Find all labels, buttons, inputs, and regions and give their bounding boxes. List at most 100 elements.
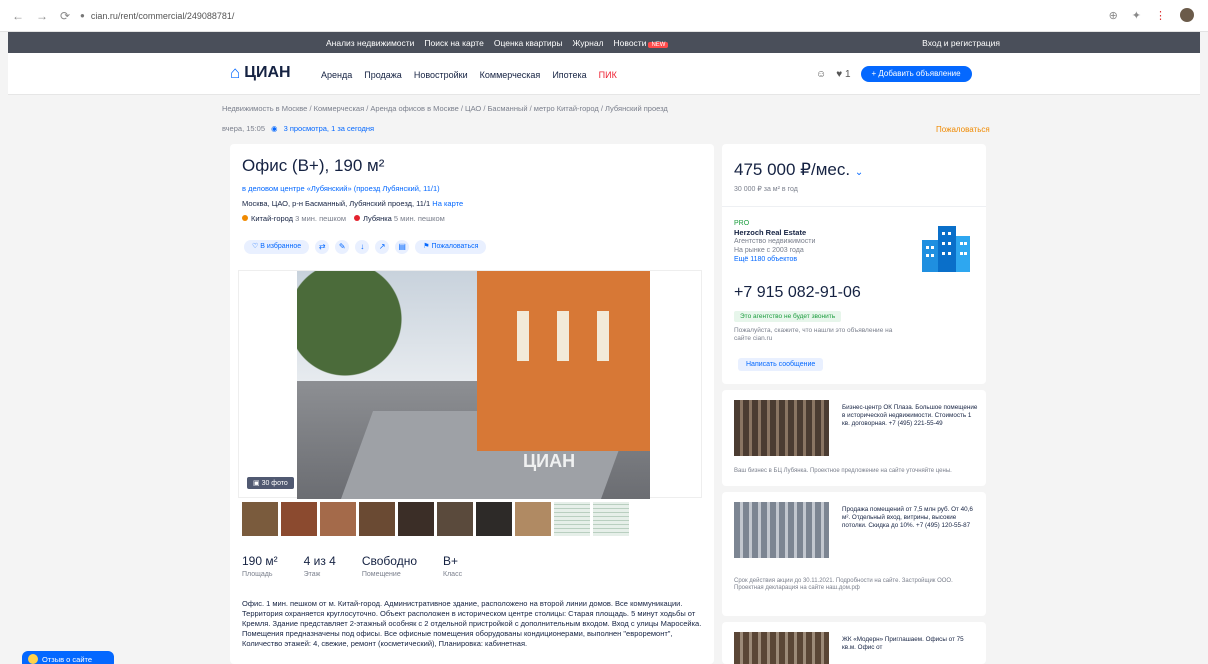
floorplan-thumbnail[interactable]	[593, 502, 629, 536]
smile-icon	[28, 654, 38, 664]
spec-floor: 4 из 4 Этаж	[304, 554, 336, 578]
ad-card[interactable]: ЖК «Модерн» Приглашаем. Офисы от 75 кв.м…	[722, 622, 986, 664]
photo-count-badge[interactable]: ▣ 30 фото	[247, 477, 294, 489]
address-text: Москва, ЦАО, р-н Басманный, Лубянский пр…	[242, 199, 431, 208]
ad-image	[734, 632, 829, 664]
ad-card[interactable]: Бизнес-центр ОК Плаза. Большое помещение…	[722, 390, 986, 486]
thumbnail[interactable]	[398, 502, 434, 536]
thumbnail[interactable]	[359, 502, 395, 536]
share-icon[interactable]: ↗	[375, 240, 390, 254]
specs-row: 190 м² Площадь 4 из 4 Этаж Свободно Помещен…	[242, 554, 462, 578]
metro-item[interactable]: Китай-город 3 мин. пешком	[242, 214, 346, 223]
map-link[interactable]: На карте	[432, 199, 463, 208]
message-button[interactable]: Написать сообщение	[738, 358, 824, 371]
phone-number[interactable]: +7 915 082-91-06	[734, 284, 861, 302]
business-center-link[interactable]: в деловом центре «Лубянский» (проезд Луб…	[242, 184, 440, 193]
eye-icon: ◉	[271, 124, 278, 133]
login-link[interactable]: Вход и регистрация	[922, 38, 1000, 48]
top-link[interactable]: Анализ недвижимости	[326, 38, 414, 48]
menu-icon[interactable]: ⋮	[1155, 9, 1166, 22]
download-icon[interactable]: ↓	[355, 240, 370, 254]
agency-name[interactable]: Herzoch Real Estate	[734, 228, 815, 237]
top-service-bar: Анализ недвижимости Поиск на карте Оценк…	[8, 32, 1200, 53]
nav-item-commercial[interactable]: Коммерческая	[480, 70, 541, 80]
favorites-count: 1	[844, 68, 851, 80]
ad-footnote: Срок действия акции до 30.11.2021. Подро…	[734, 578, 953, 591]
nav-item-sale[interactable]: Продажа	[364, 70, 402, 80]
thumbnail-strip	[242, 502, 629, 536]
breadcrumb[interactable]: Недвижимость в Москве / Коммерческая / А…	[222, 104, 668, 113]
camera-icon: ▣	[253, 480, 260, 487]
metro-list: Китай-город 3 мин. пешком Лубянка 5 мин.…	[242, 214, 445, 223]
zoom-icon[interactable]: ⊕	[1109, 9, 1118, 22]
favorites-icon[interactable]: ♥ 1	[836, 69, 850, 80]
top-link[interactable]: Оценка квартиры	[494, 38, 563, 48]
nav-item-pik[interactable]: ПИК	[599, 70, 617, 80]
ad-text: Бизнес-центр ОК Плаза. Большое помещение…	[842, 404, 978, 427]
cian-logo-icon: ⌂	[230, 63, 241, 82]
metro-icon	[354, 215, 361, 221]
thumbnail[interactable]	[242, 502, 278, 536]
spec-value: 190 м²	[242, 554, 278, 568]
favorite-button[interactable]: ♡ В избранное	[244, 240, 310, 254]
spec-label: Класс	[443, 571, 463, 578]
price-card: 475 000 ₽/мес. ⌄ 30 000 ₽ за м² в год PR…	[722, 144, 986, 384]
thumbnail[interactable]	[476, 502, 512, 536]
main-photo[interactable]: ЦИАН	[297, 271, 650, 499]
edit-icon[interactable]: ✎	[335, 240, 350, 254]
nav-menu: Аренда Продажа Новостройки Коммерческая …	[321, 70, 617, 80]
compare-icon[interactable]: ⇄	[315, 240, 330, 254]
profile-avatar[interactable]	[1180, 8, 1194, 22]
photo-gallery[interactable]: ЦИАН ▣ 30 фото	[238, 270, 702, 499]
thumbnail[interactable]	[281, 502, 317, 536]
call-note: Пожалуйста, скажите, что нашли это объяв…	[734, 327, 893, 342]
ad-card[interactable]: Продажа помещений от 7,5 млн руб. От 40,…	[722, 492, 986, 616]
metro-name: Китай-город	[251, 214, 294, 223]
price: 475 000 ₽/мес. ⌄	[734, 160, 863, 180]
agency-since: На рынке с 2003 года	[734, 247, 804, 254]
agency-objects-link[interactable]: Ещё 1180 объектов	[734, 255, 815, 264]
spec-status: Свободно Помещение	[362, 554, 417, 578]
complain-link[interactable]: Пожаловаться	[936, 125, 990, 134]
nav-right: ☺ ♥ 1 + Добавить объявление	[816, 66, 972, 82]
top-link[interactable]: Поиск на карте	[424, 38, 483, 48]
pro-badge: PRO	[734, 220, 750, 227]
divider	[722, 206, 986, 207]
add-listing-button[interactable]: + Добавить объявление	[860, 66, 972, 82]
thumbnail[interactable]	[437, 502, 473, 536]
back-icon[interactable]: ←	[12, 9, 24, 23]
ad-text: ЖК «Модерн» Приглашаем. Офисы от 75 кв.м…	[842, 636, 964, 651]
print-icon[interactable]: ▤	[395, 240, 410, 254]
price-dropdown-icon[interactable]: ⌄	[855, 167, 863, 178]
reload-icon[interactable]: ⟳	[60, 9, 70, 23]
spec-value: Свободно	[361, 554, 418, 568]
logo[interactable]: ⌂ ЦИАН	[230, 63, 291, 83]
action-bar: ♡ В избранное ⇄ ✎ ↓ ↗ ▤ ⚑ Пожаловаться	[244, 240, 487, 254]
nav-item-newbuild[interactable]: Новостройки	[414, 70, 468, 80]
address-bar[interactable]: ● cian.ru/rent/commercial/249088781/	[80, 7, 1080, 25]
top-links: Анализ недвижимости Поиск на карте Оценк…	[326, 38, 669, 48]
thumbnail[interactable]	[515, 502, 551, 536]
extension-icon[interactable]: ✦	[1132, 9, 1141, 22]
user-icon[interactable]: ☺	[816, 69, 826, 80]
nav-item-mortgage[interactable]: Ипотека	[552, 70, 586, 80]
feedback-button[interactable]: Отзыв о сайте	[22, 651, 114, 664]
logo-text: ЦИАН	[244, 64, 291, 81]
views-count[interactable]: 3 просмотра, 1 за сегодня	[284, 124, 375, 133]
nav-item-rent[interactable]: Аренда	[321, 70, 352, 80]
page-title: Офис (B+), 190 м²	[242, 156, 385, 175]
metro-time: 3 мин. пешком	[295, 214, 347, 223]
building-window	[597, 311, 609, 361]
complain-button[interactable]: ⚑ Пожаловаться	[415, 240, 487, 254]
photo-building	[477, 271, 650, 451]
top-link[interactable]: Новости NEW	[614, 38, 669, 48]
thumbnail[interactable]	[320, 502, 356, 536]
agency-info: PRO Herzoch Real Estate Агентство недвиж…	[734, 219, 815, 264]
floorplan-thumbnail[interactable]	[554, 502, 590, 536]
forward-icon[interactable]: →	[36, 9, 48, 23]
top-link[interactable]: Журнал	[573, 38, 604, 48]
listing-address: Москва, ЦАО, р-н Басманный, Лубянский пр…	[242, 199, 463, 208]
metro-item[interactable]: Лубянка 5 мин. пешком	[354, 214, 445, 223]
photo-trees	[297, 271, 417, 391]
building-window	[517, 311, 529, 361]
